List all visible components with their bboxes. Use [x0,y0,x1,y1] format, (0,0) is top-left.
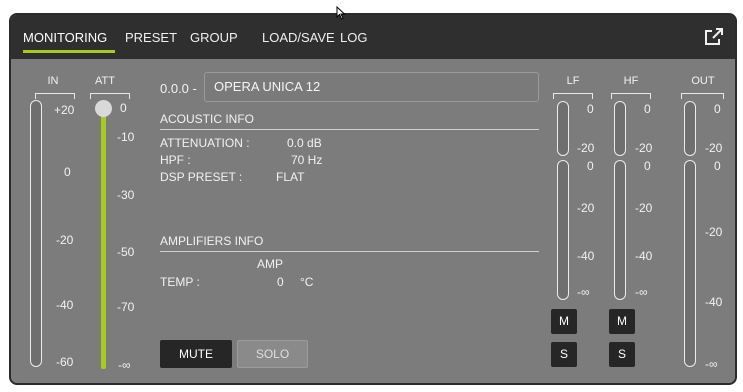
out-tick: 0 [714,159,721,173]
lf-tick: -20 [577,141,595,155]
hf-mute-button[interactable]: M [609,309,635,334]
att-fader-handle[interactable] [95,100,112,117]
hf-upper-meter [614,101,626,156]
in-tick: -60 [56,355,74,369]
hf-tick: -∞ [635,285,648,299]
dsp-preset-value: FLAT [276,170,305,184]
in-meter-label: IN [47,75,59,87]
lf-tick: 0 [587,159,594,173]
hpf-value: 70 Hz [291,153,323,167]
hf-lower-meter [614,160,626,300]
att-tick: -∞ [118,358,131,372]
mouse-cursor-icon [336,6,346,20]
out-bracket [681,93,724,99]
lf-lower-meter [557,160,569,300]
hf-solo-button[interactable]: S [609,342,635,367]
hf-label: HF [623,75,639,87]
att-fader-bracket [90,93,130,99]
lf-bracket [553,93,593,99]
out-tick: -40 [705,295,723,309]
amp-column-header: AMP [257,257,284,271]
hf-tick: -20 [635,201,653,215]
in-meter [30,100,42,367]
att-tick: -10 [117,130,135,144]
expand-icon[interactable] [703,26,725,48]
tab-preset[interactable]: PRESET [125,30,177,45]
hpf-label: HPF : [160,153,191,167]
lf-label: LF [566,75,580,87]
out-label: OUT [691,75,715,87]
lf-tick: -20 [577,201,595,215]
tab-log[interactable]: LOG [340,30,367,45]
temp-value: 0 [277,275,284,289]
lf-mute-button[interactable]: M [551,309,577,334]
lf-tick: -40 [577,249,595,263]
att-tick: -50 [117,245,135,259]
hf-bracket [611,93,651,99]
tab-load-save[interactable]: LOAD/SAVE [262,30,335,45]
acoustic-info-divider [160,129,539,130]
out-upper-meter [684,101,696,156]
active-tab-indicator [23,50,115,53]
mute-button[interactable]: MUTE [160,340,232,368]
hf-tick: 0 [644,102,651,116]
att-fader-track[interactable] [101,103,106,369]
att-fader-label: ATT [95,75,115,87]
hf-tick: -20 [635,141,653,155]
hf-tick: 0 [644,159,651,173]
attenuation-value: 0.0 dB [287,136,322,150]
in-meter-bracket [35,93,75,99]
top-nav-bar: MONITORING PRESET GROUP LOAD/SAVE LOG [11,15,735,59]
in-tick: -20 [56,233,74,247]
tab-group[interactable]: GROUP [190,30,238,45]
tab-monitoring[interactable]: MONITORING [23,30,107,45]
amplifiers-info-title: AMPLIFIERS INFO [160,234,264,248]
att-tick: 0 [120,101,127,115]
device-address: 0.0.0 - [160,81,197,96]
amplifiers-info-divider [160,251,539,252]
hf-tick: -40 [635,249,653,263]
in-tick: +20 [54,103,75,117]
out-lower-meter [684,160,696,367]
attenuation-label: ATTENUATION : [160,136,250,150]
lf-tick: -∞ [577,285,590,299]
att-tick: -70 [117,300,135,314]
out-tick: 0 [714,102,721,116]
in-tick: 0 [64,165,71,179]
in-tick: -40 [56,298,74,312]
lf-upper-meter [557,101,569,156]
solo-button[interactable]: SOLO [237,340,308,368]
temp-label: TEMP : [160,275,200,289]
out-tick: -20 [705,141,723,155]
out-tick: -20 [705,225,723,239]
dsp-preset-label: DSP PRESET : [160,170,243,184]
lf-solo-button[interactable]: S [551,342,577,367]
device-name-field[interactable]: OPERA UNICA 12 [204,72,539,102]
monitoring-panel: MONITORING PRESET GROUP LOAD/SAVE LOG IN… [9,13,737,385]
out-tick: -∞ [705,357,718,371]
lf-tick: 0 [587,102,594,116]
att-tick: -30 [117,188,135,202]
acoustic-info-title: ACOUSTIC INFO [160,112,255,126]
temp-unit: °C [300,275,314,289]
